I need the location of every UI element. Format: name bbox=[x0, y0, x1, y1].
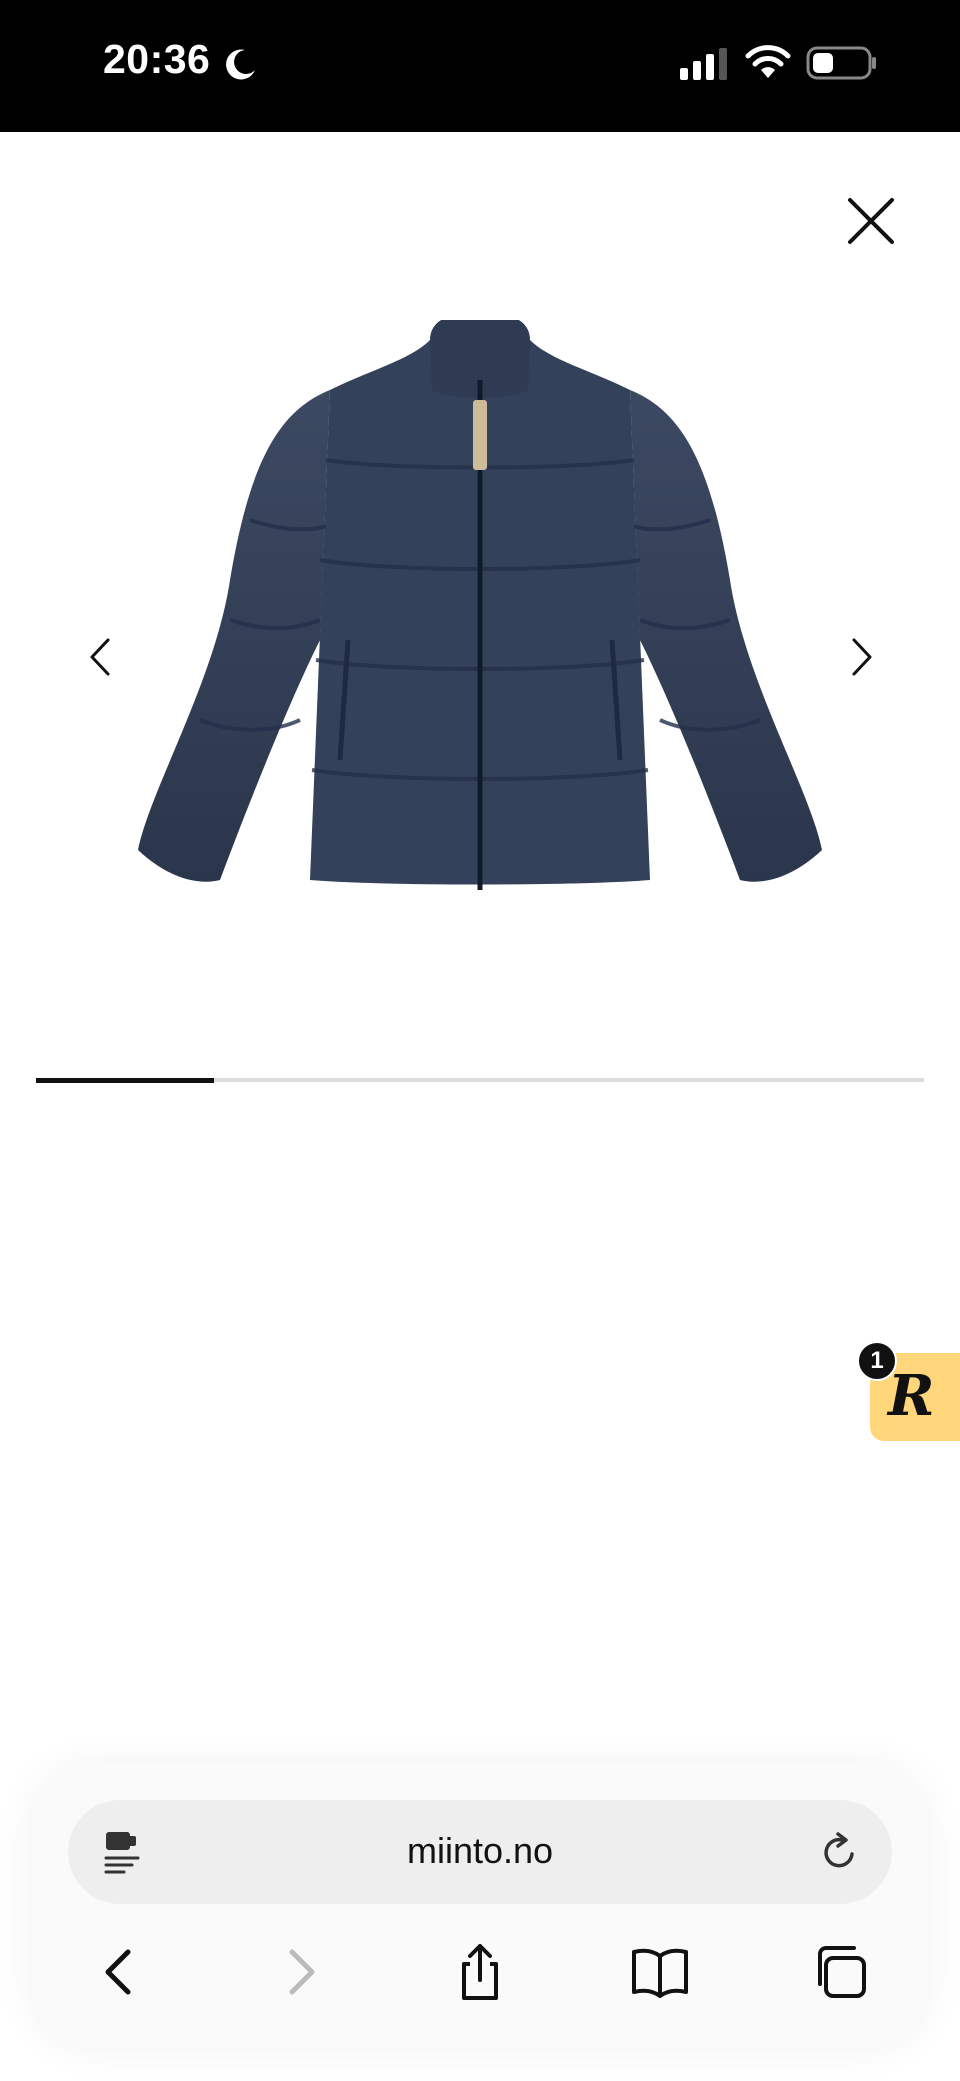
notification-badge: 1 bbox=[857, 1341, 897, 1381]
forward-icon[interactable] bbox=[270, 1942, 330, 2002]
url-text: miinto.no bbox=[406, 1830, 554, 1871]
wifi-icon bbox=[745, 45, 791, 78]
tabs-icon[interactable] bbox=[810, 1942, 870, 2002]
share-icon[interactable] bbox=[450, 1942, 510, 2002]
reward-logo: R bbox=[888, 1363, 935, 1429]
bookmarks-icon[interactable] bbox=[630, 1942, 690, 2002]
status-bar: 20:36 bbox=[0, 0, 960, 132]
image-progress-fill bbox=[36, 1078, 214, 1083]
product-image[interactable] bbox=[130, 320, 830, 900]
status-time: 20:36 bbox=[103, 36, 211, 82]
reload-icon[interactable] bbox=[820, 1830, 860, 1874]
chevron-right-icon[interactable] bbox=[842, 632, 882, 682]
battery-icon bbox=[806, 46, 876, 80]
address-bar[interactable]: miinto.no bbox=[68, 1800, 892, 1904]
close-icon[interactable] bbox=[846, 196, 896, 246]
browser-toolbar-panel: miinto.no bbox=[32, 1764, 928, 2048]
chevron-left-icon[interactable] bbox=[80, 632, 120, 682]
cellular-signal-icon bbox=[680, 48, 727, 80]
back-icon[interactable] bbox=[90, 1942, 150, 2002]
moon-icon bbox=[226, 49, 255, 80]
image-progress-track bbox=[36, 1078, 924, 1083]
